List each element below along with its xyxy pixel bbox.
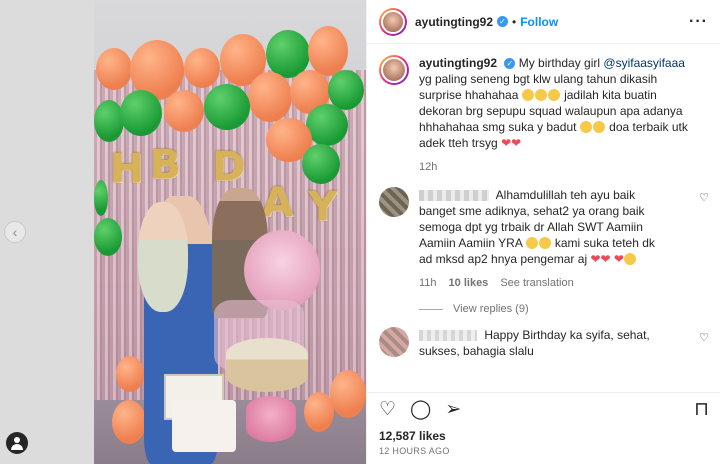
post-header: ayutingting92 ✓ • Follow ··· xyxy=(367,0,720,44)
comment-time[interactable]: 11h xyxy=(419,275,437,291)
laughing-emoji-icon xyxy=(534,89,547,101)
balloon xyxy=(164,90,204,132)
caption-meta: 12h xyxy=(419,159,689,175)
bookmark-icon[interactable]: ⊓ xyxy=(694,399,709,421)
red-heart-emoji-icon: ❤❤ xyxy=(501,136,522,150)
verified-badge-icon: ✓ xyxy=(497,16,509,27)
author-avatar[interactable] xyxy=(379,7,407,36)
comment-body: Happy Birthday ka syifa, sehat, sukses, … xyxy=(419,327,669,359)
balloon xyxy=(112,400,146,444)
commenter-username-blurred[interactable] xyxy=(419,190,489,202)
flower-bouquet xyxy=(244,230,320,310)
commenter-avatar[interactable] xyxy=(379,327,409,357)
post-timestamp[interactable]: 12 HOURS AGO xyxy=(379,446,709,456)
verified-badge-icon: ✓ xyxy=(504,58,516,70)
commenter-username-blurred[interactable] xyxy=(419,330,477,342)
comment-body: Alhamdulillah teh ayu baik banget sme ad… xyxy=(419,187,669,291)
cake-white xyxy=(172,400,236,452)
action-icons: ♡ ◯ ➢ ⊓ xyxy=(379,399,709,421)
emoji-icon xyxy=(623,253,636,265)
foil-letter: D xyxy=(212,144,246,190)
balloon xyxy=(304,392,334,432)
balloon xyxy=(204,84,250,130)
share-icon[interactable]: ➢ xyxy=(445,399,461,421)
balloon xyxy=(94,218,122,256)
caption-body: ayutingting92 ✓ My birthday girl @syifaa… xyxy=(419,55,689,175)
caption-text: My birthday girl xyxy=(518,56,601,70)
laughing-emoji-icon xyxy=(521,89,534,101)
caption-mention[interactable]: @syifaasyifaaa xyxy=(603,56,685,70)
balloon xyxy=(302,144,340,184)
post-dialog: H B D A Y ayutingting92 ✓ • Follow ··· a… xyxy=(94,0,720,464)
balloon xyxy=(184,48,220,88)
heart-eyes-emoji-icon xyxy=(579,121,592,133)
comment-like-icon[interactable]: ♡ xyxy=(699,331,709,344)
comments-section[interactable]: ayutingting92 ✓ My birthday girl @syifaa… xyxy=(367,45,720,391)
balloon xyxy=(94,180,108,216)
comment-likes[interactable]: 10 likes xyxy=(449,275,489,291)
baby xyxy=(138,202,188,312)
laughing-emoji-icon xyxy=(547,89,560,101)
replies-line xyxy=(419,308,443,310)
heart-eyes-emoji-icon xyxy=(592,121,605,133)
balloon xyxy=(94,100,124,142)
comment-icon[interactable]: ◯ xyxy=(410,399,431,421)
heart-icon[interactable]: ♡ xyxy=(379,399,396,421)
foil-letter: H xyxy=(110,146,144,192)
foil-letter: B xyxy=(150,142,181,188)
commenter-avatar[interactable] xyxy=(379,187,409,217)
see-translation-link[interactable]: See translation xyxy=(500,275,573,291)
view-replies-label: View replies (9) xyxy=(453,303,529,315)
more-options-icon[interactable]: ··· xyxy=(689,13,708,31)
avatar-photo xyxy=(381,9,405,34)
emoji-icon xyxy=(538,237,551,249)
previous-post-button[interactable]: ‹ xyxy=(4,221,26,243)
balloon xyxy=(306,104,348,146)
likes-count[interactable]: 12,587 likes xyxy=(379,429,709,443)
caption-username[interactable]: ayutingting92 xyxy=(419,56,497,70)
emoji-icon xyxy=(525,237,538,249)
comment-meta: 11h 10 likes See translation xyxy=(419,275,669,291)
comment: Happy Birthday ka syifa, sehat, sukses, … xyxy=(379,327,709,359)
red-heart-emoji-icon: ❤❤ ❤ xyxy=(590,252,624,266)
follow-button[interactable]: Follow xyxy=(520,15,558,29)
post-actions: ♡ ◯ ➢ ⊓ 12,587 likes 12 HOURS AGO xyxy=(367,392,720,456)
post-sidebar: ayutingting92 ✓ • Follow ··· ayutingting… xyxy=(366,0,720,464)
author-username[interactable]: ayutingting92 xyxy=(415,15,493,29)
caption: ayutingting92 ✓ My birthday girl @syifaa… xyxy=(379,55,709,175)
profile-icon[interactable] xyxy=(6,432,28,454)
view-replies-button[interactable]: View replies (9) xyxy=(419,303,709,315)
balloon xyxy=(248,72,292,122)
caption-time[interactable]: 12h xyxy=(419,159,437,175)
cake-pink xyxy=(246,396,296,442)
balloon xyxy=(96,48,132,90)
balloon xyxy=(116,356,144,392)
post-photo[interactable]: H B D A Y xyxy=(94,0,366,464)
balloon xyxy=(308,26,348,76)
caption-avatar[interactable] xyxy=(379,55,409,85)
comment-like-icon[interactable]: ♡ xyxy=(699,191,709,204)
foil-letter: A xyxy=(262,180,293,226)
birthday-cake xyxy=(226,338,308,392)
comment: Alhamdulillah teh ayu baik banget sme ad… xyxy=(379,187,709,291)
avatar-photo xyxy=(381,57,407,83)
balloon xyxy=(330,370,366,418)
balloon xyxy=(120,90,162,136)
foil-letter: Y xyxy=(308,184,337,230)
separator-dot: • xyxy=(512,14,517,29)
